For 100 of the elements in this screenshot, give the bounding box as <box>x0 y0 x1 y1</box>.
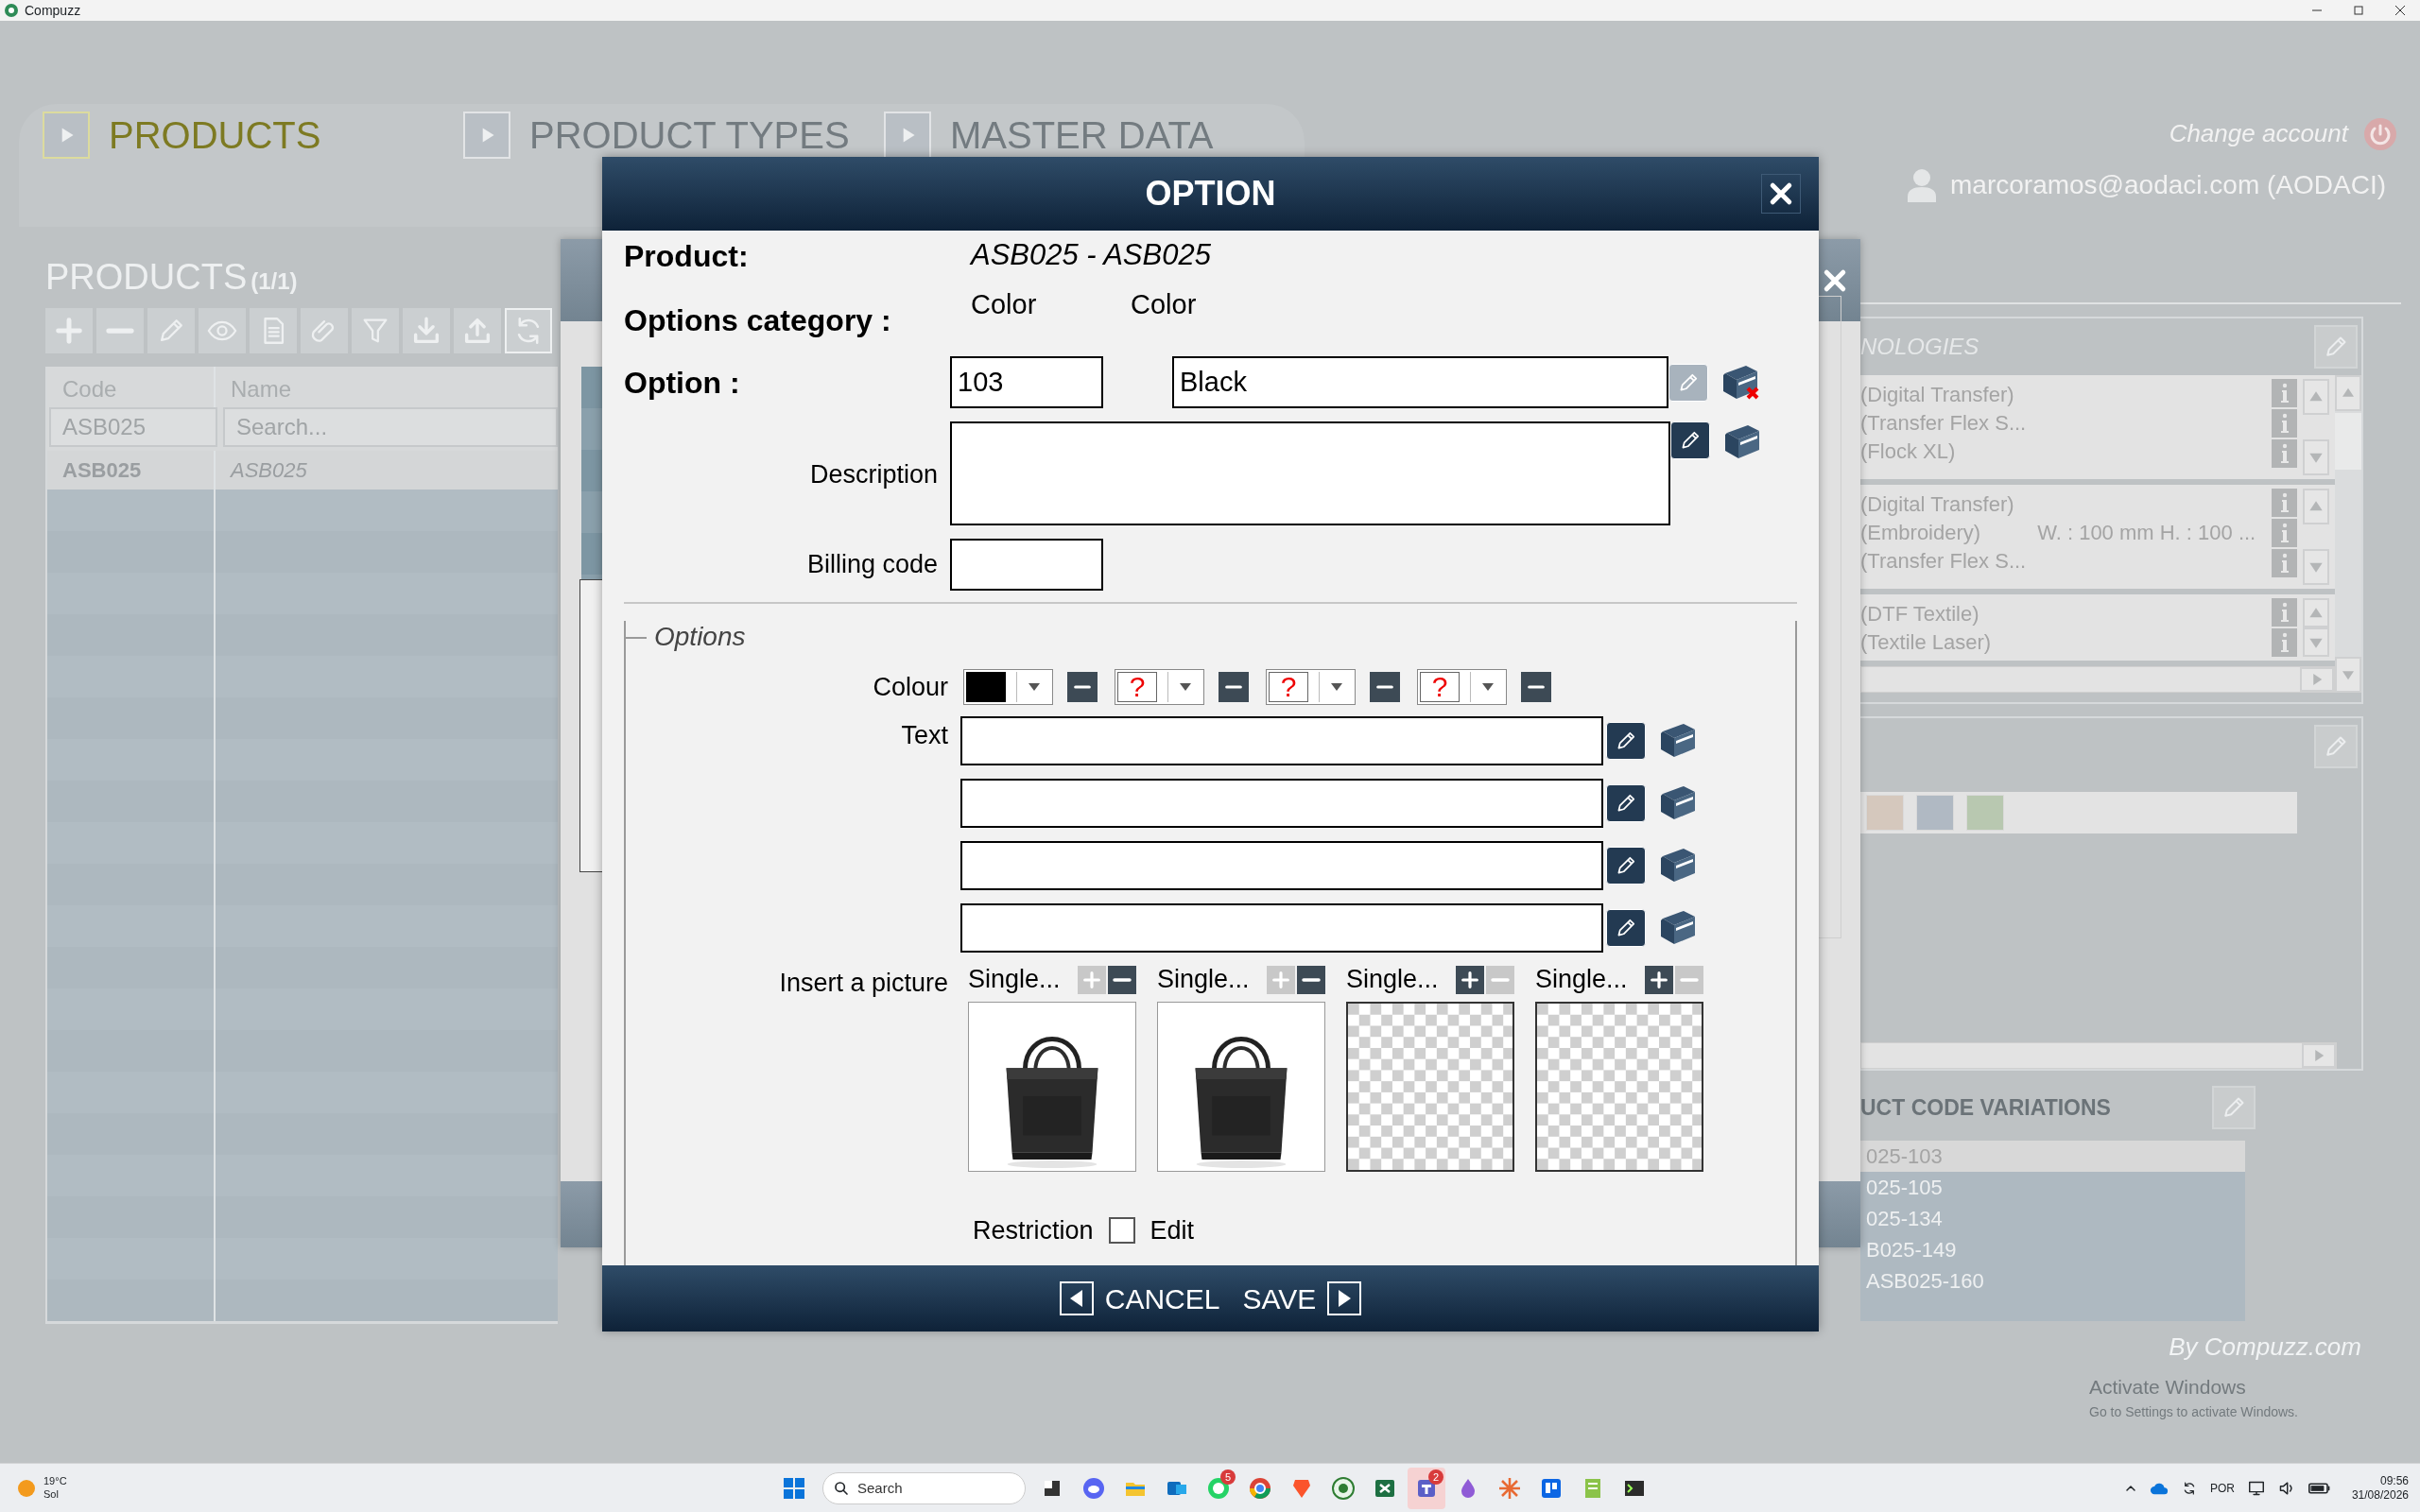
activation-text: Go to Settings to activate Windows. <box>2089 1402 2298 1421</box>
close-icon <box>2395 6 2405 15</box>
color-picker[interactable] <box>963 669 1053 706</box>
windows-logo-icon <box>783 1476 805 1500</box>
technology-name: (Digital Transfer) <box>1860 491 2014 517</box>
nav-tab[interactable]: PRODUCTS <box>43 112 463 159</box>
filter-field[interactable]: Search... <box>223 407 558 447</box>
info-button[interactable] <box>2272 628 2297 657</box>
maximize-icon <box>2354 6 2363 15</box>
minus-icon <box>1224 685 1243 690</box>
text-field[interactable] <box>960 715 1603 765</box>
add-button[interactable] <box>1456 965 1484 994</box>
technology-name: (Embroidery) <box>1860 520 1981 545</box>
clock-date[interactable]: 31/08/2026 <box>2351 1487 2409 1503</box>
list-item[interactable]: 025-105 <box>1860 1172 2245 1203</box>
caret-icon <box>1027 682 1041 693</box>
filter-field[interactable]: ASB025 <box>49 407 217 447</box>
color-swatch[interactable] <box>1916 795 1954 831</box>
info-button[interactable] <box>2272 519 2297 547</box>
move-down-button[interactable] <box>2303 627 2329 657</box>
field-label: Options category : <box>624 302 892 339</box>
caret-icon <box>1480 682 1495 693</box>
color-swatch[interactable] <box>1966 795 2004 831</box>
minus-icon <box>1073 685 1092 690</box>
color-picker[interactable]: ? <box>1115 669 1204 706</box>
color-swatch[interactable] <box>1866 795 1904 831</box>
info-button[interactable] <box>2272 598 2297 627</box>
checkbox[interactable] <box>1108 1216 1135 1244</box>
cloud-icon <box>2149 1481 2169 1495</box>
info-button[interactable] <box>2272 549 2297 577</box>
info-button[interactable] <box>2272 439 2297 468</box>
taskbar-button[interactable]: 5 <box>1200 1467 1237 1509</box>
field-label: Restriction <box>973 1214 1094 1246</box>
description-field[interactable] <box>950 421 1670 525</box>
remove-button[interactable] <box>1370 672 1400 703</box>
info-icon <box>2279 602 2290 623</box>
billing-code-field[interactable] <box>950 539 1103 591</box>
text-field[interactable] <box>960 778 1603 828</box>
name-field[interactable]: Black <box>1172 356 1668 408</box>
list-item[interactable]: B025-149 <box>1860 1234 2245 1265</box>
app-logo-icon <box>1540 1476 1563 1500</box>
activation-title: Activate Windows <box>2089 1375 2247 1400</box>
technology-name: (Digital Transfer) <box>1860 382 2014 407</box>
remove-button[interactable] <box>1108 965 1136 994</box>
move-down-button[interactable] <box>2303 439 2329 475</box>
vertical-scrollbar[interactable] <box>2335 375 2361 693</box>
info-button[interactable] <box>2272 409 2297 438</box>
remove-button[interactable] <box>1219 672 1249 703</box>
horizontal-scrollbar[interactable] <box>1860 666 2335 693</box>
list-item[interactable]: (Digital Transfer) (Transfer Flex S... (Flock XL) <box>1860 375 2335 479</box>
picture-label: Single... <box>968 964 1061 996</box>
window-title: Compuzz <box>25 1 81 20</box>
remove-button[interactable] <box>1067 672 1098 703</box>
move-up-button[interactable] <box>2303 489 2329 524</box>
remove-button[interactable] <box>1297 965 1325 994</box>
minus-icon <box>104 328 136 334</box>
minus-icon <box>1527 685 1546 690</box>
cancel-button[interactable]: CANCEL <box>1059 1277 1220 1320</box>
list-item[interactable]: (DTF Textile) (Textile Laser) <box>1860 594 2335 661</box>
info-button[interactable] <box>2272 379 2297 407</box>
app-logo-icon <box>4 3 19 18</box>
search-field[interactable]: Search <box>822 1471 1026 1504</box>
plus-icon <box>1270 969 1291 990</box>
remove-button[interactable] <box>1521 672 1551 703</box>
info-icon <box>2279 523 2290 543</box>
minus-icon <box>1679 977 1700 982</box>
code-field[interactable]: 103 <box>950 356 1103 408</box>
color-picker[interactable]: ? <box>1417 669 1507 706</box>
save-button[interactable]: SAVE <box>1242 1277 1362 1320</box>
technology-name: (Flock XL) <box>1860 438 1956 464</box>
horizontal-scrollbar[interactable] <box>1860 1042 2337 1069</box>
nav-tab[interactable]: MASTER DATA <box>884 112 1305 159</box>
list-item[interactable]: ASB025-160 <box>1860 1265 2245 1297</box>
field-label: Colour <box>872 672 949 703</box>
move-up-button[interactable] <box>2303 598 2329 627</box>
size-text: W. : 100 mm H. : 100 ... <box>2037 520 2256 545</box>
nav-tab[interactable]: PRODUCT TYPES <box>463 112 884 159</box>
picture-label: Single... <box>1346 964 1439 996</box>
taskbar-button[interactable]: 2 <box>1408 1467 1445 1509</box>
minus-icon <box>1490 977 1511 982</box>
text-field[interactable] <box>960 902 1603 953</box>
technology-name: (DTF Textile) <box>1860 601 1979 627</box>
plus-icon <box>1649 969 1669 990</box>
move-up-button[interactable] <box>2303 379 2329 415</box>
color-picker[interactable]: ? <box>1266 669 1356 706</box>
battery-icon <box>2308 1481 2331 1495</box>
language-indicator[interactable]: POR <box>2209 1479 2235 1497</box>
minus-icon <box>1375 685 1394 690</box>
text-field[interactable] <box>960 840 1603 890</box>
info-button[interactable] <box>2272 489 2297 517</box>
field-label: Edit <box>1150 1214 1195 1246</box>
dialog-title: OPTION <box>1145 173 1276 215</box>
close-button[interactable] <box>1761 174 1801 214</box>
clock-time[interactable]: 09:56 <box>2379 1473 2409 1488</box>
product-value: ASB025 - ASB025 <box>971 237 1211 273</box>
field-label: Insert a picture <box>778 967 949 999</box>
move-down-button[interactable] <box>2303 549 2329 585</box>
list-item[interactable]: (Digital Transfer) (Embroidery) W. : 100 mm H. : 100 ... (Transfer Flex S... <box>1860 485 2335 589</box>
add-button[interactable] <box>1645 965 1673 994</box>
list-item[interactable]: 025-134 <box>1860 1203 2245 1234</box>
